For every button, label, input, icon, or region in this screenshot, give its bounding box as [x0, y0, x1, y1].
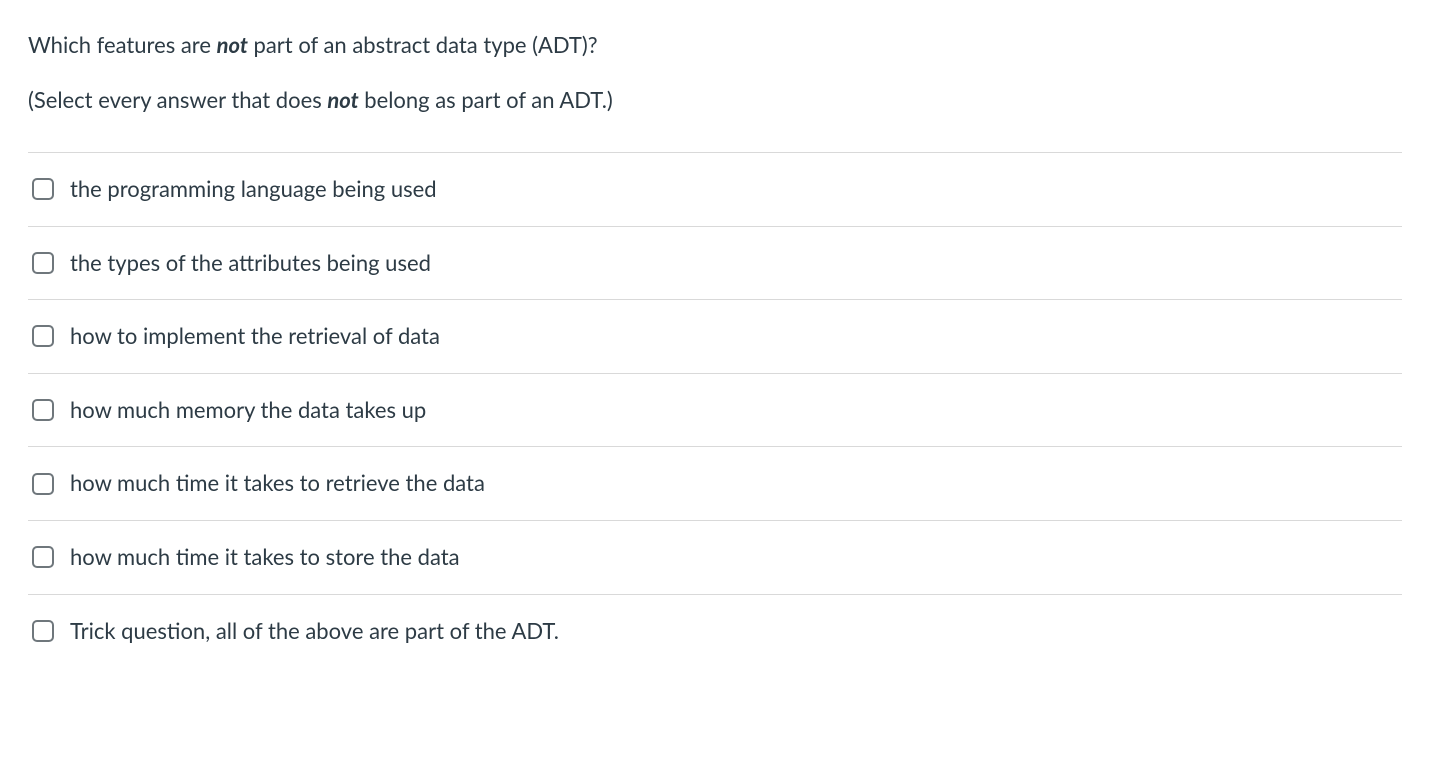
question-prompt: Which features are not part of an abstra… [28, 28, 1402, 116]
checkbox[interactable] [32, 473, 54, 495]
checkbox[interactable] [32, 252, 54, 274]
option-row[interactable]: Trick question, all of the above are par… [28, 594, 1402, 668]
option-label[interactable]: how much memory the data takes up [70, 396, 426, 425]
question-text-segment: Which features are [28, 31, 217, 58]
option-row[interactable]: how much time it takes to retrieve the d… [28, 446, 1402, 520]
option-row[interactable]: how to implement the retrieval of data [28, 299, 1402, 373]
question-emphasis: not [327, 86, 358, 113]
checkbox[interactable] [32, 325, 54, 347]
question-line-1: Which features are not part of an abstra… [28, 28, 1402, 61]
question-text-segment: part of an abstract data type (ADT)? [248, 31, 598, 58]
option-label[interactable]: how to implement the retrieval of data [70, 322, 440, 351]
question-emphasis: not [217, 31, 248, 58]
option-label[interactable]: how much time it takes to store the data [70, 543, 460, 572]
options-list: the programming language being used the … [28, 152, 1402, 667]
option-label[interactable]: the programming language being used [70, 175, 437, 204]
option-label[interactable]: Trick question, all of the above are par… [70, 617, 559, 646]
option-label[interactable]: how much time it takes to retrieve the d… [70, 469, 485, 498]
question-text-segment: (Select every answer that does [28, 86, 327, 113]
checkbox[interactable] [32, 546, 54, 568]
question-text-segment: belong as part of an ADT.) [359, 86, 613, 113]
checkbox[interactable] [32, 399, 54, 421]
checkbox[interactable] [32, 178, 54, 200]
option-label[interactable]: the types of the attributes being used [70, 249, 431, 278]
question-line-2: (Select every answer that does not belon… [28, 83, 1402, 116]
option-row[interactable]: how much time it takes to store the data [28, 520, 1402, 594]
option-row[interactable]: the programming language being used [28, 152, 1402, 226]
option-row[interactable]: how much memory the data takes up [28, 373, 1402, 447]
option-row[interactable]: the types of the attributes being used [28, 226, 1402, 300]
checkbox[interactable] [32, 620, 54, 642]
